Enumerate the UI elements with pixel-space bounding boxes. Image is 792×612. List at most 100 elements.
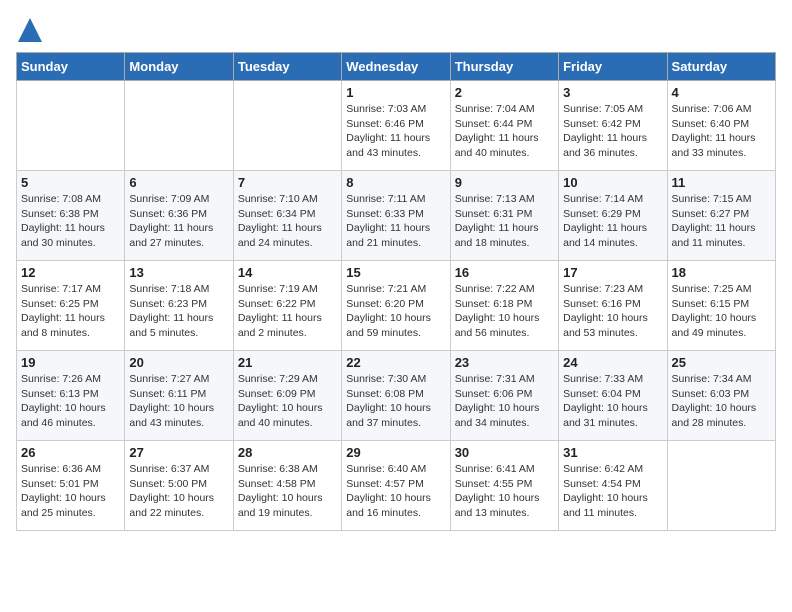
day-number: 16	[455, 265, 554, 280]
calendar-cell: 4 Sunrise: 7:06 AM Sunset: 6:40 PM Daylig…	[667, 81, 775, 171]
day-number: 28	[238, 445, 337, 460]
weekday-header-tuesday: Tuesday	[233, 53, 341, 81]
day-number: 2	[455, 85, 554, 100]
calendar-cell: 5 Sunrise: 7:08 AM Sunset: 6:38 PM Daylig…	[17, 171, 125, 261]
day-info: Sunrise: 7:34 AM Sunset: 6:03 PM Dayligh…	[672, 372, 771, 431]
weekday-header-friday: Friday	[559, 53, 667, 81]
calendar-cell: 18 Sunrise: 7:25 AM Sunset: 6:15 PM Dayli…	[667, 261, 775, 351]
day-info: Sunrise: 7:30 AM Sunset: 6:08 PM Dayligh…	[346, 372, 445, 431]
day-info: Sunrise: 6:36 AM Sunset: 5:01 PM Dayligh…	[21, 462, 120, 521]
day-number: 24	[563, 355, 662, 370]
calendar-cell: 17 Sunrise: 7:23 AM Sunset: 6:16 PM Dayli…	[559, 261, 667, 351]
calendar-week-row: 19 Sunrise: 7:26 AM Sunset: 6:13 PM Dayli…	[17, 351, 776, 441]
calendar-cell: 6 Sunrise: 7:09 AM Sunset: 6:36 PM Daylig…	[125, 171, 233, 261]
day-number: 1	[346, 85, 445, 100]
day-number: 15	[346, 265, 445, 280]
calendar-cell: 12 Sunrise: 7:17 AM Sunset: 6:25 PM Dayli…	[17, 261, 125, 351]
day-number: 17	[563, 265, 662, 280]
day-info: Sunrise: 6:42 AM Sunset: 4:54 PM Dayligh…	[563, 462, 662, 521]
day-info: Sunrise: 7:04 AM Sunset: 6:44 PM Dayligh…	[455, 102, 554, 161]
day-number: 3	[563, 85, 662, 100]
calendar-cell: 10 Sunrise: 7:14 AM Sunset: 6:29 PM Dayli…	[559, 171, 667, 261]
calendar-cell	[667, 441, 775, 531]
day-info: Sunrise: 7:09 AM Sunset: 6:36 PM Dayligh…	[129, 192, 228, 251]
day-number: 20	[129, 355, 228, 370]
day-number: 30	[455, 445, 554, 460]
calendar-cell: 20 Sunrise: 7:27 AM Sunset: 6:11 PM Dayli…	[125, 351, 233, 441]
day-number: 4	[672, 85, 771, 100]
day-info: Sunrise: 7:10 AM Sunset: 6:34 PM Dayligh…	[238, 192, 337, 251]
day-number: 13	[129, 265, 228, 280]
calendar-cell: 13 Sunrise: 7:18 AM Sunset: 6:23 PM Dayli…	[125, 261, 233, 351]
calendar-cell: 16 Sunrise: 7:22 AM Sunset: 6:18 PM Dayli…	[450, 261, 558, 351]
weekday-header-thursday: Thursday	[450, 53, 558, 81]
calendar-cell: 8 Sunrise: 7:11 AM Sunset: 6:33 PM Daylig…	[342, 171, 450, 261]
day-number: 19	[21, 355, 120, 370]
day-number: 14	[238, 265, 337, 280]
calendar-cell: 31 Sunrise: 6:42 AM Sunset: 4:54 PM Dayli…	[559, 441, 667, 531]
day-info: Sunrise: 7:33 AM Sunset: 6:04 PM Dayligh…	[563, 372, 662, 431]
calendar-cell: 26Sunrise: 6:36 AM Sunset: 5:01 PM Dayli…	[17, 441, 125, 531]
day-number: 12	[21, 265, 120, 280]
day-info: Sunrise: 7:06 AM Sunset: 6:40 PM Dayligh…	[672, 102, 771, 161]
day-number: 7	[238, 175, 337, 190]
day-info: Sunrise: 7:11 AM Sunset: 6:33 PM Dayligh…	[346, 192, 445, 251]
day-number: 27	[129, 445, 228, 460]
day-info: Sunrise: 7:15 AM Sunset: 6:27 PM Dayligh…	[672, 192, 771, 251]
calendar-cell: 2 Sunrise: 7:04 AM Sunset: 6:44 PM Daylig…	[450, 81, 558, 171]
day-info: Sunrise: 7:13 AM Sunset: 6:31 PM Dayligh…	[455, 192, 554, 251]
day-info: Sunrise: 6:40 AM Sunset: 4:57 PM Dayligh…	[346, 462, 445, 521]
day-info: Sunrise: 7:05 AM Sunset: 6:42 PM Dayligh…	[563, 102, 662, 161]
logo	[16, 16, 48, 44]
day-number: 10	[563, 175, 662, 190]
day-number: 22	[346, 355, 445, 370]
calendar-cell: 11 Sunrise: 7:15 AM Sunset: 6:27 PM Dayli…	[667, 171, 775, 261]
day-info: Sunrise: 6:38 AM Sunset: 4:58 PM Dayligh…	[238, 462, 337, 521]
day-number: 31	[563, 445, 662, 460]
day-info: Sunrise: 7:17 AM Sunset: 6:25 PM Dayligh…	[21, 282, 120, 341]
day-info: Sunrise: 7:29 AM Sunset: 6:09 PM Dayligh…	[238, 372, 337, 431]
day-info: Sunrise: 7:08 AM Sunset: 6:38 PM Dayligh…	[21, 192, 120, 251]
calendar-cell	[233, 81, 341, 171]
day-number: 21	[238, 355, 337, 370]
day-number: 11	[672, 175, 771, 190]
day-number: 6	[129, 175, 228, 190]
day-info: Sunrise: 7:23 AM Sunset: 6:16 PM Dayligh…	[563, 282, 662, 341]
calendar-cell: 15Sunrise: 7:21 AM Sunset: 6:20 PM Dayli…	[342, 261, 450, 351]
calendar-cell: 30 Sunrise: 6:41 AM Sunset: 4:55 PM Dayli…	[450, 441, 558, 531]
day-info: Sunrise: 6:41 AM Sunset: 4:55 PM Dayligh…	[455, 462, 554, 521]
day-info: Sunrise: 7:18 AM Sunset: 6:23 PM Dayligh…	[129, 282, 228, 341]
day-number: 25	[672, 355, 771, 370]
day-number: 5	[21, 175, 120, 190]
day-info: Sunrise: 7:14 AM Sunset: 6:29 PM Dayligh…	[563, 192, 662, 251]
weekday-header-saturday: Saturday	[667, 53, 775, 81]
day-number: 8	[346, 175, 445, 190]
calendar-cell: 21 Sunrise: 7:29 AM Sunset: 6:09 PM Dayli…	[233, 351, 341, 441]
day-info: Sunrise: 7:25 AM Sunset: 6:15 PM Dayligh…	[672, 282, 771, 341]
day-info: Sunrise: 7:31 AM Sunset: 6:06 PM Dayligh…	[455, 372, 554, 431]
calendar-cell: 9Sunrise: 7:13 AM Sunset: 6:31 PM Daylig…	[450, 171, 558, 261]
calendar-cell: 25 Sunrise: 7:34 AM Sunset: 6:03 PM Dayli…	[667, 351, 775, 441]
day-info: Sunrise: 6:37 AM Sunset: 5:00 PM Dayligh…	[129, 462, 228, 521]
calendar-cell: 29 Sunrise: 6:40 AM Sunset: 4:57 PM Dayli…	[342, 441, 450, 531]
weekday-header-sunday: Sunday	[17, 53, 125, 81]
calendar-cell: 23Sunrise: 7:31 AM Sunset: 6:06 PM Dayli…	[450, 351, 558, 441]
weekday-header-monday: Monday	[125, 53, 233, 81]
day-info: Sunrise: 7:19 AM Sunset: 6:22 PM Dayligh…	[238, 282, 337, 341]
day-info: Sunrise: 7:22 AM Sunset: 6:18 PM Dayligh…	[455, 282, 554, 341]
calendar-cell: 3 Sunrise: 7:05 AM Sunset: 6:42 PM Daylig…	[559, 81, 667, 171]
calendar-week-row: 12 Sunrise: 7:17 AM Sunset: 6:25 PM Dayli…	[17, 261, 776, 351]
day-info: Sunrise: 7:03 AM Sunset: 6:46 PM Dayligh…	[346, 102, 445, 161]
day-info: Sunrise: 7:26 AM Sunset: 6:13 PM Dayligh…	[21, 372, 120, 431]
calendar-cell: 24 Sunrise: 7:33 AM Sunset: 6:04 PM Dayli…	[559, 351, 667, 441]
calendar-cell: 28 Sunrise: 6:38 AM Sunset: 4:58 PM Dayli…	[233, 441, 341, 531]
calendar-cell	[125, 81, 233, 171]
calendar-cell: 1 Sunrise: 7:03 AM Sunset: 6:46 PM Daylig…	[342, 81, 450, 171]
day-info: Sunrise: 7:27 AM Sunset: 6:11 PM Dayligh…	[129, 372, 228, 431]
calendar-week-row: 5 Sunrise: 7:08 AM Sunset: 6:38 PM Daylig…	[17, 171, 776, 261]
calendar-week-row: 26Sunrise: 6:36 AM Sunset: 5:01 PM Dayli…	[17, 441, 776, 531]
weekday-header-row: SundayMondayTuesdayWednesdayThursdayFrid…	[17, 53, 776, 81]
day-number: 29	[346, 445, 445, 460]
calendar-cell: 14 Sunrise: 7:19 AM Sunset: 6:22 PM Dayli…	[233, 261, 341, 351]
day-number: 18	[672, 265, 771, 280]
